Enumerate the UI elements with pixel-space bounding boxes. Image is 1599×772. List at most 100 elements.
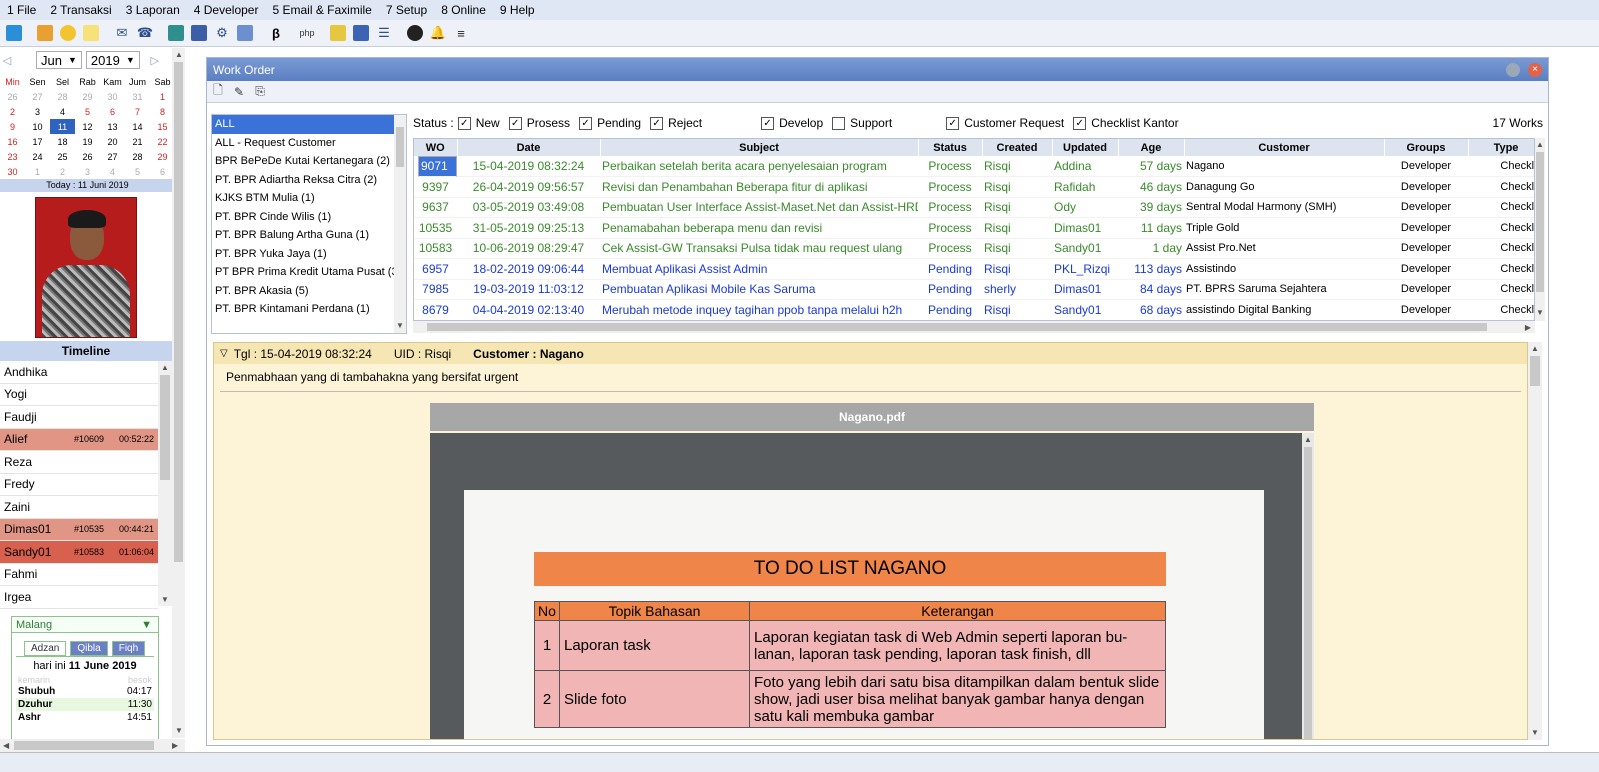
- calendar-day[interactable]: 6: [100, 104, 125, 119]
- scroll-up-icon[interactable]: ▲: [161, 363, 169, 372]
- timeline-item[interactable]: Fredy: [0, 474, 158, 496]
- pdf-scrollbar[interactable]: ▲: [1302, 433, 1314, 739]
- timeline-item[interactable]: Reza: [0, 451, 158, 474]
- filter-item[interactable]: PT. BPR Balung Artha Guna (1): [212, 226, 394, 245]
- prev-month-icon[interactable]: ◁: [0, 54, 14, 67]
- scroll-thumb[interactable]: [427, 323, 1487, 331]
- calendar-day[interactable]: 2: [50, 164, 75, 179]
- calendar-day[interactable]: 30: [0, 164, 25, 179]
- calendar-day[interactable]: 21: [125, 134, 150, 149]
- note-icon[interactable]: [81, 23, 101, 43]
- menu-file[interactable]: 1 File: [0, 3, 43, 17]
- calendar-day[interactable]: 3: [25, 104, 50, 119]
- col-wo[interactable]: WO: [414, 139, 458, 156]
- table-horizontal-scrollbar[interactable]: ▶: [413, 321, 1535, 333]
- calendar-day[interactable]: 5: [125, 164, 150, 179]
- scroll-thumb[interactable]: [160, 375, 170, 480]
- scroll-thumb[interactable]: [396, 127, 404, 167]
- col-customer[interactable]: Customer: [1184, 139, 1385, 156]
- box-icon[interactable]: [189, 23, 209, 43]
- calendar-day[interactable]: 27: [25, 89, 50, 104]
- scroll-right-icon[interactable]: ▶: [172, 741, 178, 750]
- calendar-day[interactable]: 1: [25, 164, 50, 179]
- calendar-day[interactable]: 14: [125, 119, 150, 134]
- table-row[interactable]: 10535 31-05-2019 09:25:13 Penamabahan be…: [414, 217, 1534, 239]
- scroll-up-icon[interactable]: ▲: [1536, 140, 1544, 149]
- scroll-down-icon[interactable]: ▼: [1531, 728, 1539, 737]
- check-support[interactable]: Support: [828, 116, 892, 130]
- tools-icon[interactable]: [35, 23, 55, 43]
- year-select[interactable]: 2019 ▼: [85, 51, 140, 69]
- beta-icon[interactable]: β: [266, 23, 286, 43]
- col-type[interactable]: Type: [1468, 139, 1534, 156]
- calendar-day[interactable]: 13: [100, 119, 125, 134]
- sunglasses-icon[interactable]: [58, 23, 78, 43]
- minimize-button[interactable]: [1506, 63, 1520, 77]
- scroll-thumb[interactable]: [1536, 152, 1544, 292]
- scroll-thumb[interactable]: [174, 62, 183, 562]
- timeline-item[interactable]: Yogi: [0, 384, 158, 406]
- scroll-thumb[interactable]: [14, 741, 154, 750]
- filter-item[interactable]: PT. BPR Kintamani Perdana (1): [212, 300, 394, 319]
- calendar-day[interactable]: 4: [50, 104, 75, 119]
- scroll-down-icon[interactable]: ▼: [1536, 308, 1544, 317]
- calendar-day[interactable]: 29: [75, 89, 100, 104]
- tab-qibla[interactable]: Qibla: [70, 641, 108, 656]
- grid-icon[interactable]: [235, 23, 255, 43]
- filter-item[interactable]: PT. BPR Cinde Wilis (1): [212, 208, 394, 227]
- phone-icon[interactable]: ☎: [135, 23, 155, 43]
- check-checklist-kantor[interactable]: ✓ Checklist Kantor: [1069, 116, 1179, 130]
- col-age[interactable]: Age: [1118, 139, 1185, 156]
- filter-item[interactable]: BPR BePeDe Kutai Kertanegara (2): [212, 152, 394, 171]
- copy-document-icon[interactable]: ⎘: [253, 84, 267, 99]
- next-month-icon[interactable]: ▷: [148, 54, 162, 67]
- col-created[interactable]: Created: [982, 139, 1053, 156]
- timeline-item[interactable]: Andhika: [0, 361, 158, 384]
- calendar-day[interactable]: 3: [75, 164, 100, 179]
- filter-item[interactable]: ALL: [212, 115, 394, 134]
- detail-scrollbar[interactable]: ▲ ▼: [1528, 342, 1542, 740]
- word-icon[interactable]: [351, 23, 371, 43]
- database-icon[interactable]: ≡: [451, 23, 471, 43]
- filter-item[interactable]: PT BPR Prima Kredit Utama Pusat (3: [212, 263, 394, 282]
- left-horizontal-scrollbar[interactable]: ◀ ▶: [0, 739, 185, 752]
- checkbox-checked[interactable]: ✓: [579, 116, 593, 130]
- col-date[interactable]: Date: [457, 139, 601, 156]
- checkbox-checked[interactable]: ✓: [508, 116, 522, 130]
- edit-document-icon[interactable]: ✎: [232, 85, 246, 99]
- table-row[interactable]: 7985 19-03-2019 11:03:12 Pembuatan Aplik…: [414, 279, 1534, 300]
- col-groups[interactable]: Groups: [1384, 139, 1469, 156]
- scroll-right-icon[interactable]: ▶: [1525, 323, 1531, 332]
- detail-header[interactable]: ▽ Tgl : 15-04-2019 08:32:24 UID : Risqi …: [214, 343, 1527, 364]
- checkbox-checked[interactable]: ✓: [946, 116, 960, 130]
- calendar-day[interactable]: 17: [25, 134, 50, 149]
- collapse-icon[interactable]: ▽: [220, 348, 228, 359]
- calendar-day[interactable]: 26: [0, 89, 25, 104]
- check-reject[interactable]: ✓ Reject: [646, 116, 702, 130]
- checkbox-checked[interactable]: ✓: [1073, 116, 1087, 130]
- calendar-day[interactable]: 27: [100, 149, 125, 164]
- menu-email[interactable]: 5 Email & Faximile: [265, 3, 378, 17]
- scroll-thumb[interactable]: [1530, 356, 1540, 386]
- timeline-item[interactable]: Irgea: [0, 586, 158, 609]
- scroll-up-icon[interactable]: ▲: [1531, 344, 1539, 353]
- menu-developer[interactable]: 4 Developer: [187, 3, 266, 17]
- calendar-day[interactable]: 20: [100, 134, 125, 149]
- menu-online[interactable]: 8 Online: [434, 3, 493, 17]
- bell-icon[interactable]: 🔔: [428, 23, 448, 43]
- menu-help[interactable]: 9 Help: [493, 3, 542, 17]
- calendar-day[interactable]: 2: [0, 104, 25, 119]
- prev-day-link[interactable]: kemarin: [18, 675, 50, 685]
- calendar-day[interactable]: 9: [0, 119, 25, 134]
- menu-transaksi[interactable]: 2 Transaksi: [43, 3, 118, 17]
- table-row[interactable]: 9397 26-04-2019 09:56:57 Revisi dan Pena…: [414, 176, 1534, 198]
- calendar-day[interactable]: 28: [125, 149, 150, 164]
- checkbox-checked[interactable]: ✓: [761, 116, 775, 130]
- checkbox-unchecked[interactable]: [832, 116, 846, 130]
- calendar-day[interactable]: 23: [0, 149, 25, 164]
- filter-item[interactable]: ALL - Request Customer: [212, 134, 394, 153]
- check-prosess[interactable]: ✓ Prosess: [505, 116, 570, 130]
- menu-setup[interactable]: 7 Setup: [379, 3, 434, 17]
- timeline-item[interactable]: Fahmi: [0, 564, 158, 586]
- calculator-icon[interactable]: [328, 23, 348, 43]
